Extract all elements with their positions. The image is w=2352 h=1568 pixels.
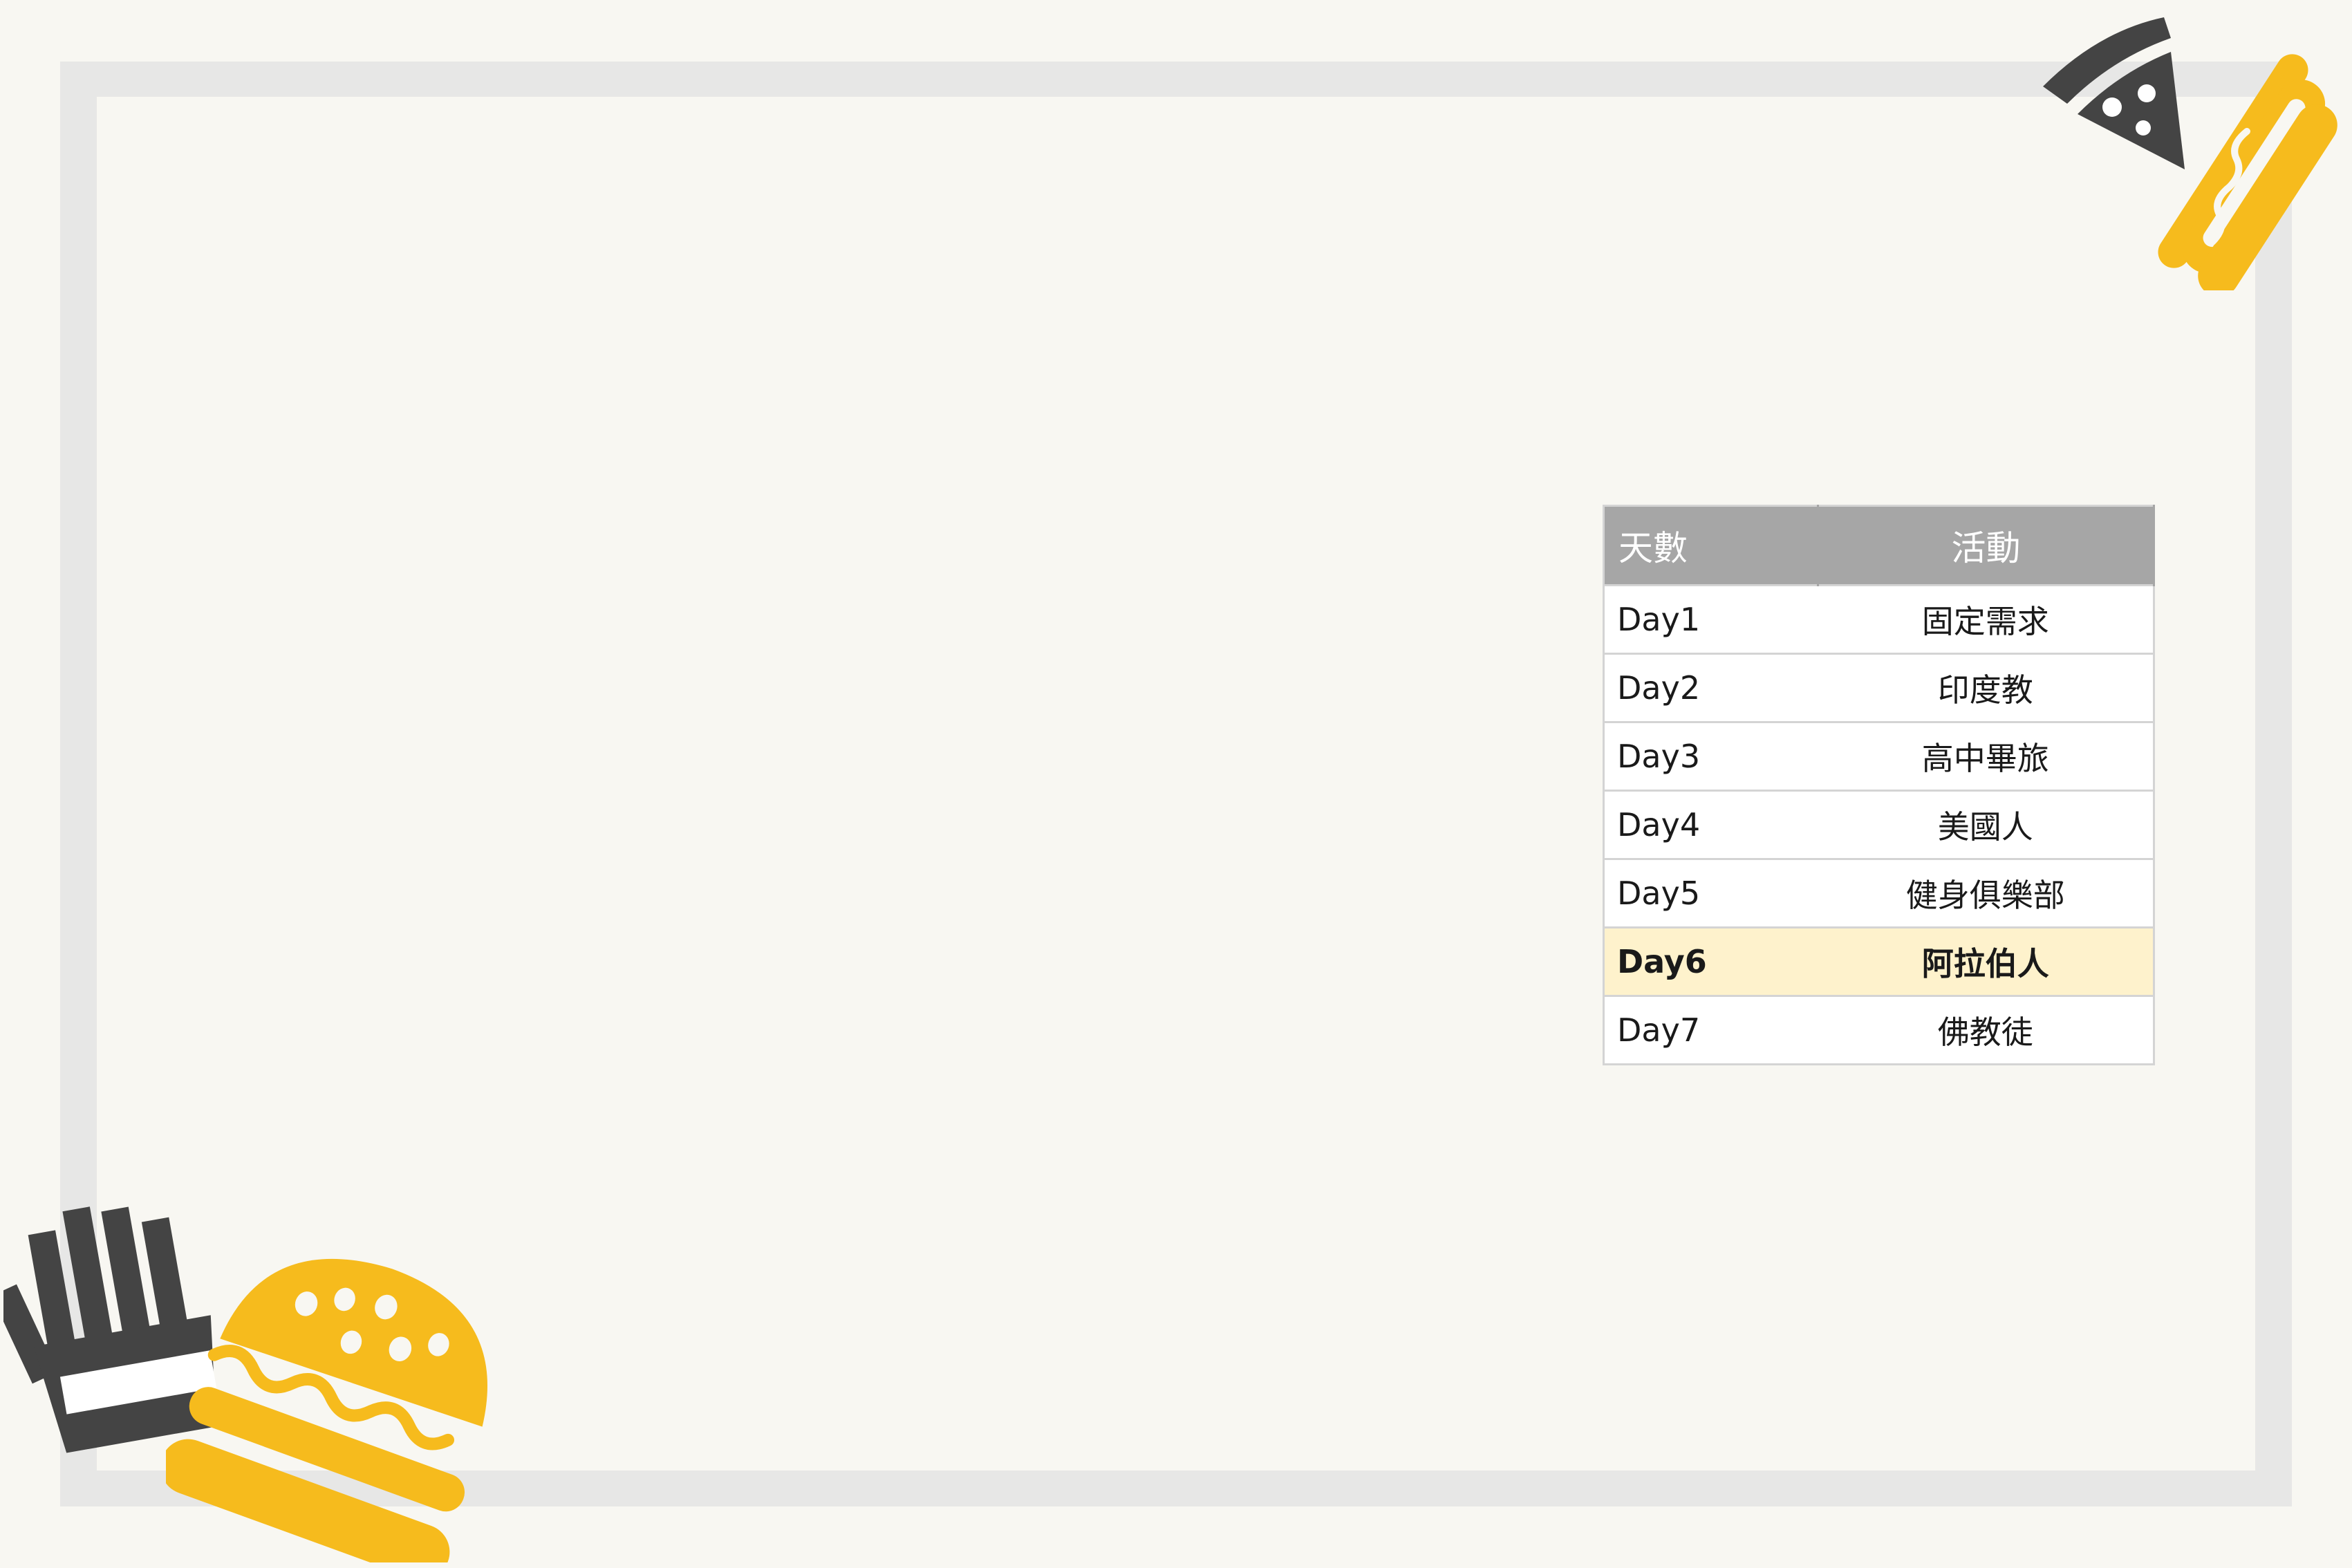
row-day: Day1 bbox=[1603, 584, 1818, 654]
row-activity: 高中畢旅 bbox=[1818, 721, 2154, 791]
header-activity: 活動 bbox=[1818, 505, 2155, 586]
row-activity: 美國人 bbox=[1818, 790, 2154, 859]
row-day: Day7 bbox=[1603, 995, 1818, 1065]
table-row: Day3 高中畢旅 bbox=[1603, 721, 2154, 791]
row-day: Day5 bbox=[1603, 858, 1818, 928]
row-day: Day4 bbox=[1603, 790, 1818, 859]
table-row-highlighted: Day6 阿拉伯人 bbox=[1603, 926, 2154, 996]
header-day: 天數 bbox=[1603, 505, 1819, 586]
row-activity: 佛教徒 bbox=[1818, 995, 2154, 1065]
table-row: Day5 健身俱樂部 bbox=[1603, 858, 2154, 928]
row-activity: 阿拉伯人 bbox=[1818, 926, 2154, 996]
row-day: Day2 bbox=[1603, 653, 1818, 722]
row-day: Day6 bbox=[1603, 926, 1818, 996]
table-row: Day7 佛教徒 bbox=[1603, 995, 2154, 1065]
hot-dog-icon bbox=[2158, 54, 2337, 290]
hamburger-icon bbox=[166, 1258, 487, 1562]
table-header-row: 天數 活動 bbox=[1603, 505, 2155, 586]
row-activity: 健身俱樂部 bbox=[1818, 858, 2154, 928]
schedule-table: 天數 活動 Day1 固定需求 Day2 印度教 Day3 高中畢旅 Day4 … bbox=[1603, 505, 2155, 1065]
row-activity: 印度教 bbox=[1818, 653, 2154, 722]
row-day: Day3 bbox=[1603, 721, 1818, 791]
row-activity: 固定需求 bbox=[1818, 584, 2154, 654]
table-row: Day1 固定需求 bbox=[1603, 584, 2154, 654]
table-row: Day2 印度教 bbox=[1603, 653, 2154, 722]
table-row: Day4 美國人 bbox=[1603, 790, 2154, 859]
